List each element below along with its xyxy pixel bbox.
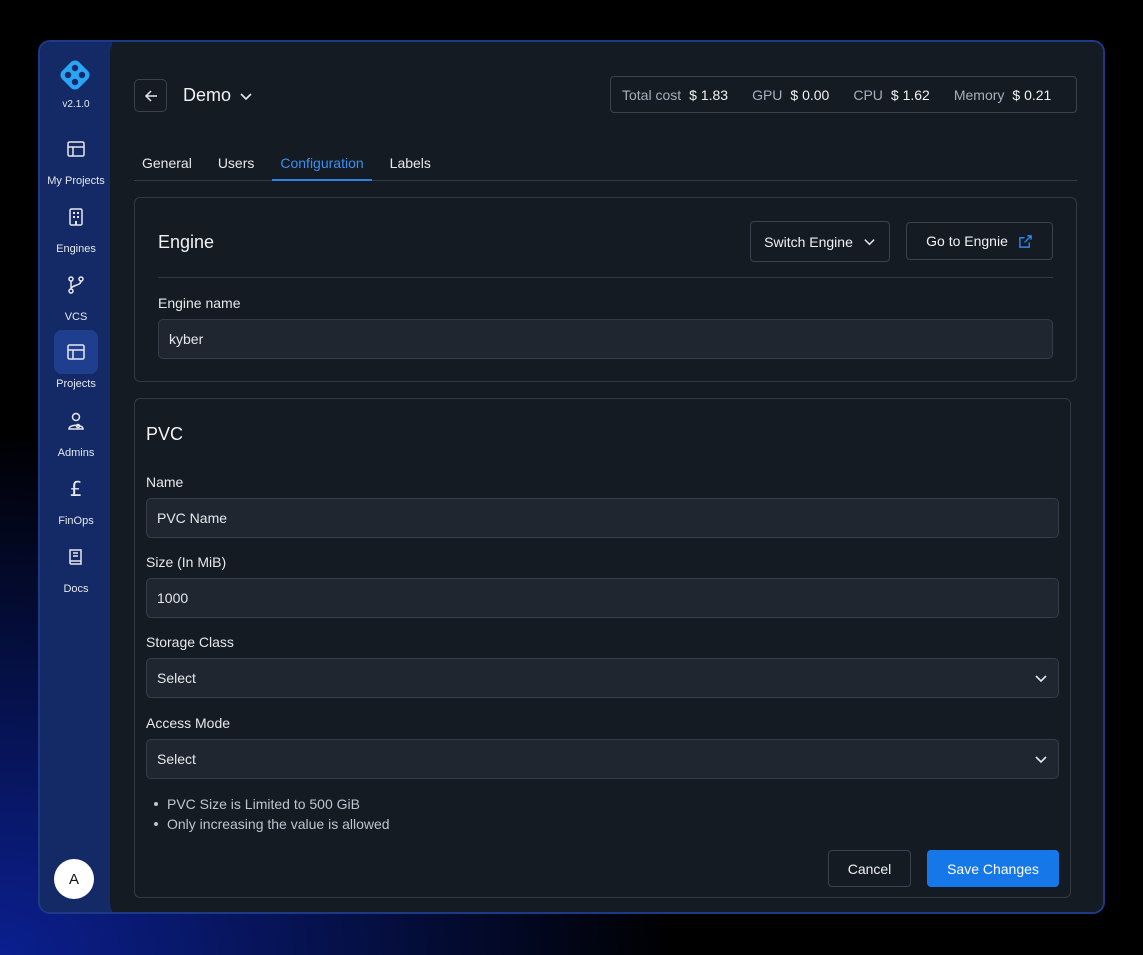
arrow-left-icon <box>144 89 157 102</box>
app-version: v2.1.0 <box>62 99 90 110</box>
save-changes-button[interactable]: Save Changes <box>927 850 1059 887</box>
main-content: Demo Total cost $ 1.83 GPU $ 0.00 CPU $ … <box>110 42 1103 912</box>
sidebar-item-label: VCS <box>64 311 88 323</box>
git-branch-icon <box>54 263 98 307</box>
engine-title: Engine <box>158 232 215 252</box>
project-selector[interactable]: Demo <box>183 85 253 106</box>
engine-name-input[interactable]: kyber <box>158 319 1053 359</box>
chevron-down-icon <box>864 239 875 246</box>
external-link-icon <box>1019 234 1032 248</box>
list-item: Only increasing the value is allowed <box>152 814 390 834</box>
tab-labels[interactable]: Labels <box>382 146 439 181</box>
sidebar-item-finops[interactable]: £ FinOps <box>40 467 112 529</box>
pvc-card: PVC Name PVC Name Size (In MiB) 1000 Sto… <box>134 398 1071 898</box>
cost-total: Total cost $ 1.83 <box>622 86 729 103</box>
list-item: PVC Size is Limited to 500 GiB <box>152 794 390 814</box>
sidebar-item-label: Projects <box>56 378 96 390</box>
cost-gpu: GPU $ 0.00 <box>752 86 830 103</box>
sidebar: v2.1.0 My Projects Engines VCS Projects <box>40 42 112 912</box>
sidebar-item-label: Admins <box>57 447 95 459</box>
chevron-down-icon <box>240 92 252 100</box>
engine-name-label: Engine name <box>158 295 241 311</box>
building-icon <box>54 195 98 239</box>
cost-memory: Memory $ 0.21 <box>953 86 1052 103</box>
sidebar-item-vcs[interactable]: VCS <box>40 263 112 325</box>
switch-engine-button[interactable]: Switch Engine <box>750 221 890 262</box>
pvc-title: PVC <box>146 424 184 444</box>
layout-icon <box>54 330 98 374</box>
pound-icon: £ <box>69 477 83 501</box>
pvc-name-input[interactable]: PVC Name <box>146 498 1059 538</box>
book-icon <box>54 535 98 579</box>
admin-user-icon <box>54 399 98 443</box>
app-window: v2.1.0 My Projects Engines VCS Projects <box>38 40 1105 914</box>
sidebar-item-engines[interactable]: Engines <box>40 195 112 257</box>
chevron-down-icon <box>1035 756 1047 764</box>
sidebar-item-projects[interactable]: Projects <box>40 330 112 392</box>
tab-users[interactable]: Users <box>210 146 263 181</box>
layout-icon <box>54 127 98 171</box>
pvc-name-label: Name <box>146 474 184 490</box>
sidebar-item-label: Engines <box>56 243 96 255</box>
size-input[interactable]: 1000 <box>146 578 1059 618</box>
size-label: Size (In MiB) <box>146 554 227 570</box>
back-button[interactable] <box>134 79 167 112</box>
sidebar-item-label: FinOps <box>58 515 94 527</box>
access-mode-label: Access Mode <box>146 715 231 731</box>
divider <box>158 277 1053 278</box>
sidebar-item-my-projects[interactable]: My Projects <box>40 127 112 189</box>
go-to-engine-button[interactable]: Go to Engnie <box>906 222 1053 260</box>
tab-configuration[interactable]: Configuration <box>272 146 372 181</box>
cost-cpu: CPU $ 1.62 <box>853 86 930 103</box>
cancel-button[interactable]: Cancel <box>828 850 911 887</box>
avatar[interactable]: A <box>54 859 94 899</box>
tab-bar: General Users Configuration Labels <box>134 146 1077 181</box>
chevron-down-icon <box>1035 675 1047 683</box>
pvc-notes: PVC Size is Limited to 500 GiB Only incr… <box>152 794 390 834</box>
sidebar-item-admins[interactable]: Admins <box>40 399 112 461</box>
project-name: Demo <box>183 85 232 105</box>
tab-general[interactable]: General <box>134 146 200 181</box>
cost-summary: Total cost $ 1.83 GPU $ 0.00 CPU $ 1.62 … <box>610 76 1077 113</box>
sidebar-item-docs[interactable]: Docs <box>40 535 112 597</box>
storage-class-label: Storage Class <box>146 634 234 650</box>
access-mode-select[interactable]: Select <box>146 739 1059 779</box>
engine-card: Engine Switch Engine Go to Engnie Engine… <box>134 197 1077 382</box>
sidebar-item-label: Docs <box>63 583 89 595</box>
storage-class-select[interactable]: Select <box>146 658 1059 698</box>
sidebar-item-label: My Projects <box>47 175 105 187</box>
app-logo-icon[interactable] <box>56 56 94 94</box>
